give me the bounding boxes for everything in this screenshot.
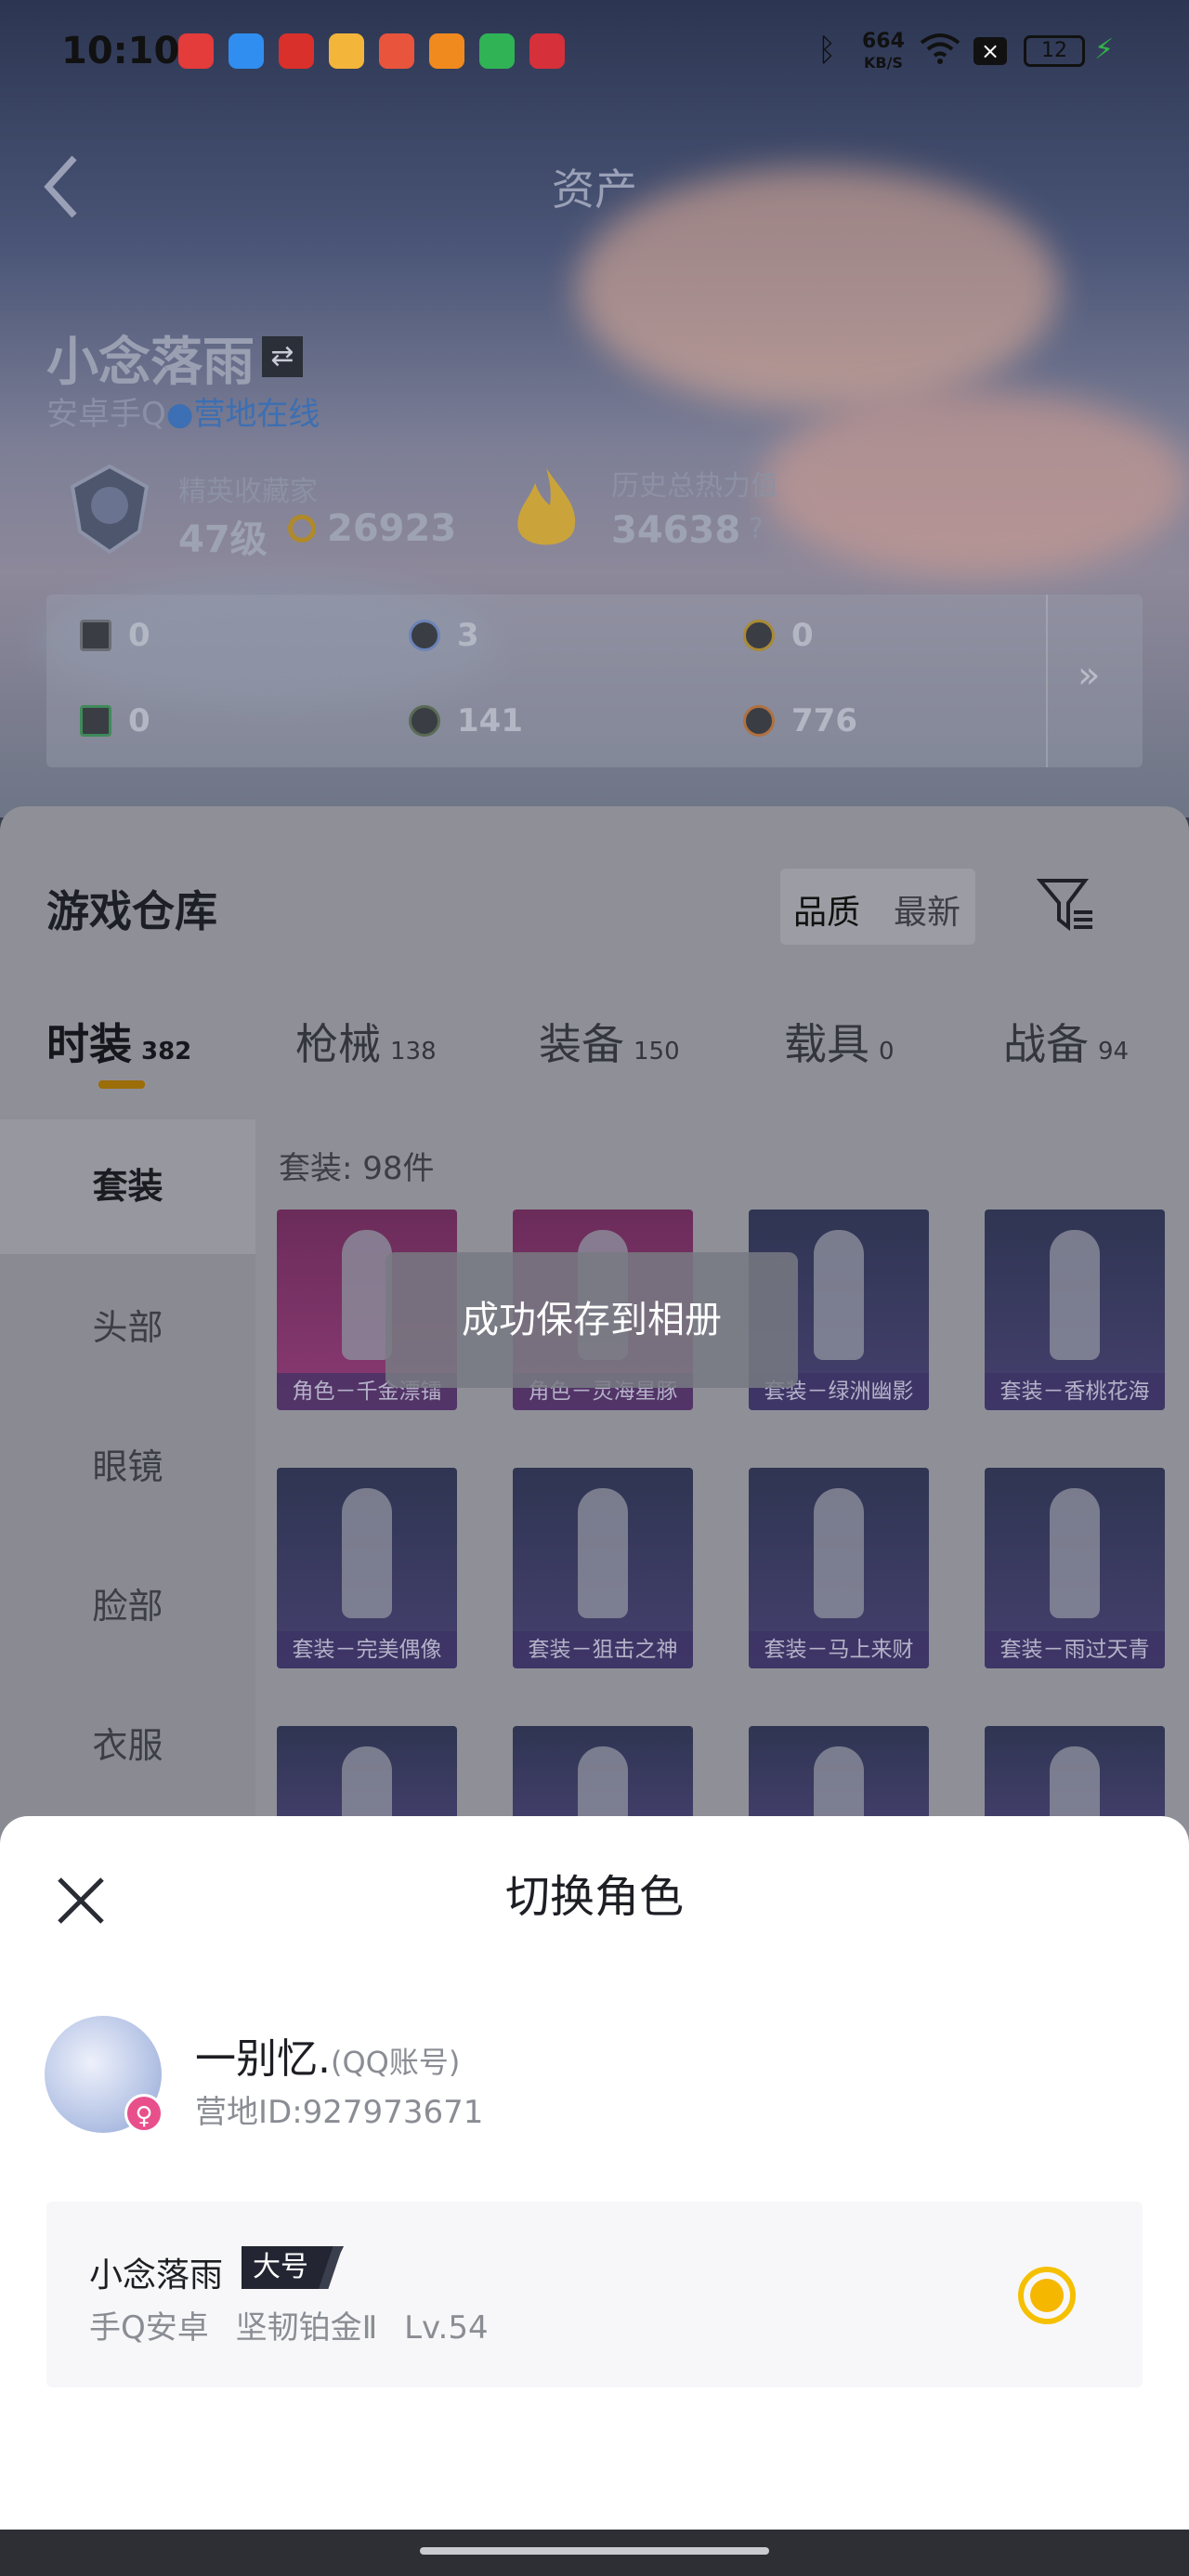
player-name: 小念落雨 [46, 333, 255, 393]
divider [1046, 595, 1048, 767]
bronze-token-icon [743, 705, 775, 737]
home-indicator[interactable] [420, 2547, 769, 2555]
sim-off-icon: × [973, 37, 1007, 65]
status-bar: 10:10 ᛒ 664 KB/S × 12 ⚡ [0, 0, 1189, 102]
warehouse-title: 游戏仓库 [46, 886, 217, 936]
role-info: 手Q安卓 坚韧铂金Ⅱ Lv.54 [89, 2309, 489, 2347]
more-assets-icon[interactable]: » [1078, 654, 1100, 697]
heat-label: 历史总热力值 [611, 470, 778, 503]
item-count: 套装: 98件 [279, 1150, 435, 1187]
coin-count: 26923 [327, 507, 457, 550]
gem-icon [409, 705, 440, 737]
asset-item: 141 [409, 702, 523, 739]
notes-app-icon [329, 33, 364, 69]
coin-icon [288, 515, 316, 543]
bluetooth-icon: ᛒ [817, 32, 837, 69]
status-time: 10:10 [61, 30, 180, 72]
asset-item: 0 [80, 617, 150, 654]
tab-underline [98, 1080, 145, 1089]
box-app-icon [229, 33, 264, 69]
nav-item-glasses[interactable]: 眼镜 [0, 1438, 255, 1489]
tab-vehicles[interactable]: 载具 0 [784, 1011, 895, 1072]
outfit-figure [814, 1230, 864, 1360]
sort-latest-button[interactable]: 最新 [894, 885, 960, 934]
toast-message: 成功保存到相册 [385, 1252, 798, 1388]
outfit-figure [1050, 1488, 1100, 1618]
item-card[interactable]: 套装－马上来财 [749, 1468, 929, 1668]
tab-fashion[interactable]: 时装 382 [46, 1011, 191, 1072]
tab-guns[interactable]: 枪械 138 [295, 1011, 437, 1072]
nav-item-suits[interactable]: 套装 [0, 1119, 255, 1254]
asset-item: 0 [80, 702, 150, 739]
heat-value: 34638 [611, 509, 741, 552]
player-level: 47级 [178, 518, 268, 561]
item-card[interactable]: 套装－完美偶像 [277, 1468, 457, 1668]
outfit-figure [1050, 1230, 1100, 1360]
asset-item: 3 [409, 617, 479, 654]
account-name: 一别忆.(QQ账号) [195, 2035, 461, 2083]
card-icon [80, 620, 111, 651]
assets-panel [46, 595, 1143, 767]
token-icon [409, 620, 440, 651]
sort-quality-button[interactable]: 品质 [793, 885, 860, 934]
nav-item-clothes[interactable]: 衣服 [0, 1717, 255, 1768]
asset-item: 0 [743, 617, 814, 654]
camp-id: 营地ID:927973671 [195, 2094, 484, 2131]
battery-icon: 12 [1024, 35, 1085, 67]
green-card-icon [80, 705, 111, 737]
wifi-icon [920, 32, 960, 65]
item-card[interactable]: 套装－狙击之神 [513, 1468, 693, 1668]
role-name: 小念落雨 [89, 2256, 224, 2295]
nav-item-face[interactable]: 脸部 [0, 1577, 255, 1628]
selected-radio[interactable] [1018, 2267, 1076, 2324]
tab-equipment[interactable]: 装备 150 [539, 1011, 680, 1072]
sort-toggle: 品质 最新 [780, 869, 975, 945]
item-card[interactable]: 套装－香桃花海 [985, 1210, 1165, 1410]
asset-item: 776 [743, 702, 857, 739]
outfit-figure [342, 1230, 392, 1360]
sheet-title: 切换角色 [504, 1871, 684, 1923]
help-icon[interactable]: ? [749, 513, 764, 545]
network-speed: 664 KB/S [862, 30, 905, 72]
tab-supplies[interactable]: 战备 94 [1003, 1011, 1129, 1072]
music-app-icon [178, 33, 214, 69]
news-app-icon [279, 33, 314, 69]
photo-app-icon [379, 33, 414, 69]
collector-label: 精英收藏家 [178, 476, 318, 508]
security-app-icon [479, 33, 515, 69]
gold-token-icon [743, 620, 775, 651]
video-app-icon [429, 33, 464, 69]
shop-app-icon [529, 33, 565, 69]
female-icon: ♀ [124, 2094, 163, 2133]
nav-item-head[interactable]: 头部 [0, 1299, 255, 1350]
charging-icon: ⚡ [1094, 33, 1115, 66]
outfit-figure [814, 1488, 864, 1618]
switch-role-icon[interactable]: ⇄ [262, 336, 303, 377]
page-title: 资产 [552, 164, 637, 215]
outfit-figure [578, 1488, 628, 1618]
item-card[interactable]: 套装－雨过天青 [985, 1468, 1165, 1668]
flame-icon [509, 464, 583, 557]
collector-badge-icon [65, 463, 154, 556]
outfit-figure [342, 1488, 392, 1618]
player-subtitle: 安卓手Q●营地在线 [46, 396, 320, 433]
filter-icon[interactable] [1036, 877, 1096, 933]
